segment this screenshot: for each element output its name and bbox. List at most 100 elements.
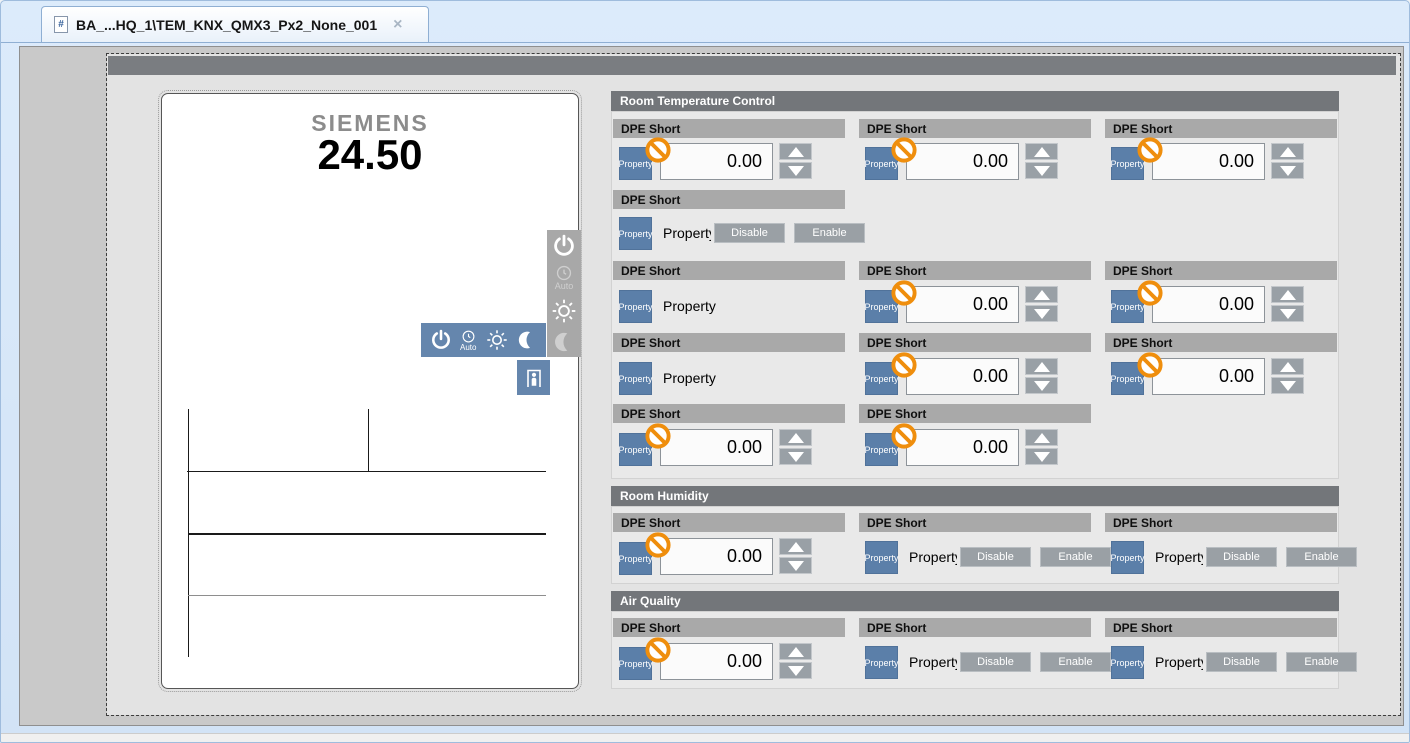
spin-up-button[interactable] [1271, 143, 1304, 160]
moon-icon[interactable] [517, 330, 537, 350]
spin-up-button[interactable] [1271, 358, 1304, 375]
temperature-value: 24.50 [161, 131, 579, 179]
mode-strip-vertical: Auto [547, 230, 581, 357]
spin-down-button[interactable] [1025, 377, 1058, 394]
property-button[interactable]: Property [619, 362, 652, 395]
disable-button[interactable]: Disable [1206, 547, 1277, 567]
panel-top-strip [108, 56, 1396, 75]
property-button[interactable]: Property [1111, 541, 1144, 574]
no-entry-icon [645, 532, 671, 558]
clock-auto-icon[interactable]: Auto [460, 329, 476, 351]
property-label: Property [909, 654, 957, 670]
spin-up-button[interactable] [1025, 286, 1058, 303]
value-field[interactable]: 0.00 [1152, 358, 1265, 395]
property-button[interactable]: Property [619, 217, 652, 250]
dpe-header: DPE Short [613, 261, 845, 280]
value-field[interactable]: 0.00 [906, 286, 1019, 323]
value-field[interactable]: 0.00 [1152, 286, 1265, 323]
spin-up-button[interactable] [1271, 286, 1304, 303]
selected-panel[interactable]: SIEMENS 24.50 Auto Auto [107, 54, 1400, 715]
person-in-door-icon[interactable] [517, 360, 550, 395]
divider-line [188, 595, 546, 596]
property-label: Property [663, 298, 716, 314]
disable-button[interactable]: Disable [960, 652, 1031, 672]
property-button[interactable]: Property [865, 646, 898, 679]
disable-button[interactable]: Disable [714, 223, 785, 243]
value-text: 0.00 [1219, 151, 1254, 172]
property-button[interactable]: Property [865, 541, 898, 574]
spin-up-button[interactable] [779, 143, 812, 160]
dpe-header: DPE Short [613, 404, 845, 423]
power-icon[interactable] [552, 234, 576, 258]
disable-button[interactable]: Disable [1206, 652, 1277, 672]
property-button[interactable]: Property [619, 290, 652, 323]
dpe-header: DPE Short [1105, 119, 1337, 138]
enable-button[interactable]: Enable [1286, 652, 1357, 672]
enable-button[interactable]: Enable [1040, 547, 1111, 567]
disable-button[interactable]: Disable [960, 547, 1031, 567]
sun-icon[interactable] [550, 297, 578, 325]
spin-down-button[interactable] [779, 448, 812, 465]
no-entry-icon [891, 423, 917, 449]
dpe-header: DPE Short [859, 618, 1091, 637]
tab-title: BA_...HQ_1\TEM_KNX_QMX3_Px2_None_001 [76, 17, 377, 33]
auto-label: Auto [555, 282, 574, 291]
enable-button[interactable]: Enable [1040, 652, 1111, 672]
dpe-header: DPE Short [1105, 333, 1337, 352]
value-field[interactable]: 0.00 [906, 143, 1019, 180]
spin-down-button[interactable] [1025, 305, 1058, 322]
dpe-command-row: Property Property Disable Enable [865, 646, 1115, 679]
spin-down-button[interactable] [779, 557, 812, 574]
no-entry-icon [891, 280, 917, 306]
dpe-header: DPE Short [1105, 618, 1337, 637]
tab-close-icon[interactable]: × [393, 18, 402, 32]
spin-up-button[interactable] [779, 643, 812, 660]
property-label: Property [909, 549, 957, 565]
clock-auto-icon[interactable]: Auto [555, 264, 574, 291]
moon-icon[interactable] [553, 331, 575, 353]
dpe-header: DPE Short [1105, 513, 1337, 532]
value-field[interactable]: 0.00 [906, 429, 1019, 466]
value-text: 0.00 [727, 651, 762, 672]
panel-tab[interactable]: # BA_...HQ_1\TEM_KNX_QMX3_Px2_None_001 × [41, 6, 429, 42]
dpe-spinbox: Property 0.00 [1111, 141, 1307, 183]
spin-up-button[interactable] [779, 538, 812, 555]
auto-label: Auto [460, 344, 476, 351]
spin-down-button[interactable] [1271, 305, 1304, 322]
value-field[interactable]: 0.00 [660, 538, 773, 575]
value-field[interactable]: 0.00 [660, 429, 773, 466]
dpe-header: DPE Short [859, 119, 1091, 138]
property-label: Property [1155, 654, 1203, 670]
dpe-command-row: Property Property Disable Enable [1111, 541, 1361, 574]
spin-down-button[interactable] [779, 162, 812, 179]
no-entry-icon [1137, 352, 1163, 378]
value-text: 0.00 [973, 151, 1008, 172]
spin-up-button[interactable] [779, 429, 812, 446]
spin-up-button[interactable] [1025, 358, 1058, 375]
dpe-spinbox: Property 0.00 [1111, 356, 1307, 398]
spin-down-button[interactable] [1271, 162, 1304, 179]
property-label: Property [663, 225, 711, 241]
spin-down-button[interactable] [1025, 162, 1058, 179]
value-text: 0.00 [727, 437, 762, 458]
enable-button[interactable]: Enable [1286, 547, 1357, 567]
sun-icon[interactable] [485, 328, 509, 352]
spin-down-button[interactable] [779, 662, 812, 679]
dpe-command-row: Property Property Disable Enable [865, 541, 1115, 574]
spin-down-button[interactable] [1025, 448, 1058, 465]
no-entry-icon [891, 137, 917, 163]
property-button[interactable]: Property [1111, 646, 1144, 679]
power-icon[interactable] [430, 329, 452, 351]
enable-button[interactable]: Enable [794, 223, 865, 243]
value-field[interactable]: 0.00 [1152, 143, 1265, 180]
gedi-window: # BA_...HQ_1\TEM_KNX_QMX3_Px2_None_001 ×… [0, 0, 1410, 743]
no-entry-icon [1137, 280, 1163, 306]
spin-down-button[interactable] [1271, 377, 1304, 394]
spin-up-button[interactable] [1025, 143, 1058, 160]
spin-up-button[interactable] [1025, 429, 1058, 446]
dpe-spinbox: Property 0.00 [619, 427, 815, 469]
panel-document-icon: # [54, 16, 68, 33]
value-field[interactable]: 0.00 [660, 143, 773, 180]
value-field[interactable]: 0.00 [660, 643, 773, 680]
value-field[interactable]: 0.00 [906, 358, 1019, 395]
